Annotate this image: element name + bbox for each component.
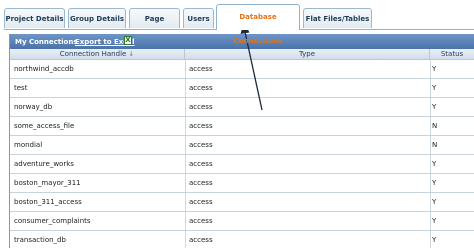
table-row[interactable]: northwind_accdb access Y xyxy=(10,60,474,79)
tab-database-connections[interactable]: Database Connections xyxy=(216,4,300,45)
connection-handle-cell: boston_mayor_311 xyxy=(14,179,81,187)
tab-project-details[interactable]: Project Details xyxy=(4,8,65,28)
connection-status-cell: Y xyxy=(432,179,437,187)
column-header-status-label: Status xyxy=(440,50,464,58)
excel-icon[interactable]: X xyxy=(124,36,132,45)
connection-type-cell: access xyxy=(189,122,213,130)
connection-handle-cell: adventure_works xyxy=(14,160,74,168)
table-row[interactable]: adventure_works access Y xyxy=(10,155,474,174)
connection-type-cell: access xyxy=(189,217,213,225)
tab-group-details[interactable]: Group Details xyxy=(68,8,126,28)
connection-type-cell: access xyxy=(189,179,213,187)
tab-bar: Project Details Group Details Page Detai… xyxy=(0,0,474,45)
connection-status-cell: Y xyxy=(432,103,437,111)
sort-descending-icon: ↓ xyxy=(128,50,135,58)
connection-handle-cell: norway_db xyxy=(14,103,53,111)
column-header-connection-handle[interactable]: Connection Handle ↓ xyxy=(10,49,185,60)
column-header-type-label: Type xyxy=(298,50,316,58)
connection-handle-cell: test xyxy=(14,84,28,92)
connection-status-cell: Y xyxy=(432,65,437,73)
connection-handle-cell: consumer_complaints xyxy=(14,217,91,225)
column-header-connection-handle-label: Connection Handle xyxy=(59,50,127,58)
table-row[interactable]: norway_db access Y xyxy=(10,98,474,117)
column-header-type[interactable]: Type xyxy=(185,49,430,60)
connection-type-cell: access xyxy=(189,160,213,168)
table-row[interactable]: boston_311_access access Y xyxy=(10,193,474,212)
tab-flat-files-tables[interactable]: Flat Files/Tables xyxy=(303,8,372,28)
table-row[interactable]: transaction_db access Y xyxy=(10,231,474,250)
connection-handle-cell: boston_311_access xyxy=(14,198,82,206)
table-row[interactable]: boston_mayor_311 access Y xyxy=(10,174,474,193)
connection-handle-cell: northwind_accdb xyxy=(14,65,74,73)
table-row[interactable]: consumer_complaints access Y xyxy=(10,212,474,231)
connection-type-cell: access xyxy=(189,141,213,149)
table-row[interactable]: some_access_file access N xyxy=(10,117,474,136)
connection-handle-cell: transaction_db xyxy=(14,236,66,244)
connections-panel: My Connections Export to Excel X Connect… xyxy=(9,34,474,248)
connection-status-cell: Y xyxy=(432,160,437,168)
connection-type-cell: access xyxy=(189,236,213,244)
connection-type-cell: access xyxy=(189,65,213,73)
connection-status-cell: Y xyxy=(432,236,437,244)
connection-type-cell: access xyxy=(189,103,213,111)
table-row[interactable]: mondial access N xyxy=(10,136,474,155)
connection-status-cell: Y xyxy=(432,198,437,206)
connection-status-cell: N xyxy=(432,141,438,149)
connection-handle-cell: mondial xyxy=(14,141,43,149)
connection-status-cell: N xyxy=(432,122,438,130)
tab-page-details[interactable]: Page Details xyxy=(129,8,180,43)
connection-type-cell: access xyxy=(189,198,213,206)
panel-title: My Connections xyxy=(15,38,78,46)
connection-status-cell: Y xyxy=(432,217,437,225)
connection-status-cell: Y xyxy=(432,84,437,92)
connection-type-cell: access xyxy=(189,84,213,92)
connection-handle-cell: some_access_file xyxy=(14,122,75,130)
tab-users[interactable]: Users xyxy=(183,8,214,28)
table-row[interactable]: test access Y xyxy=(10,79,474,98)
column-header-status[interactable]: Status xyxy=(430,49,474,60)
